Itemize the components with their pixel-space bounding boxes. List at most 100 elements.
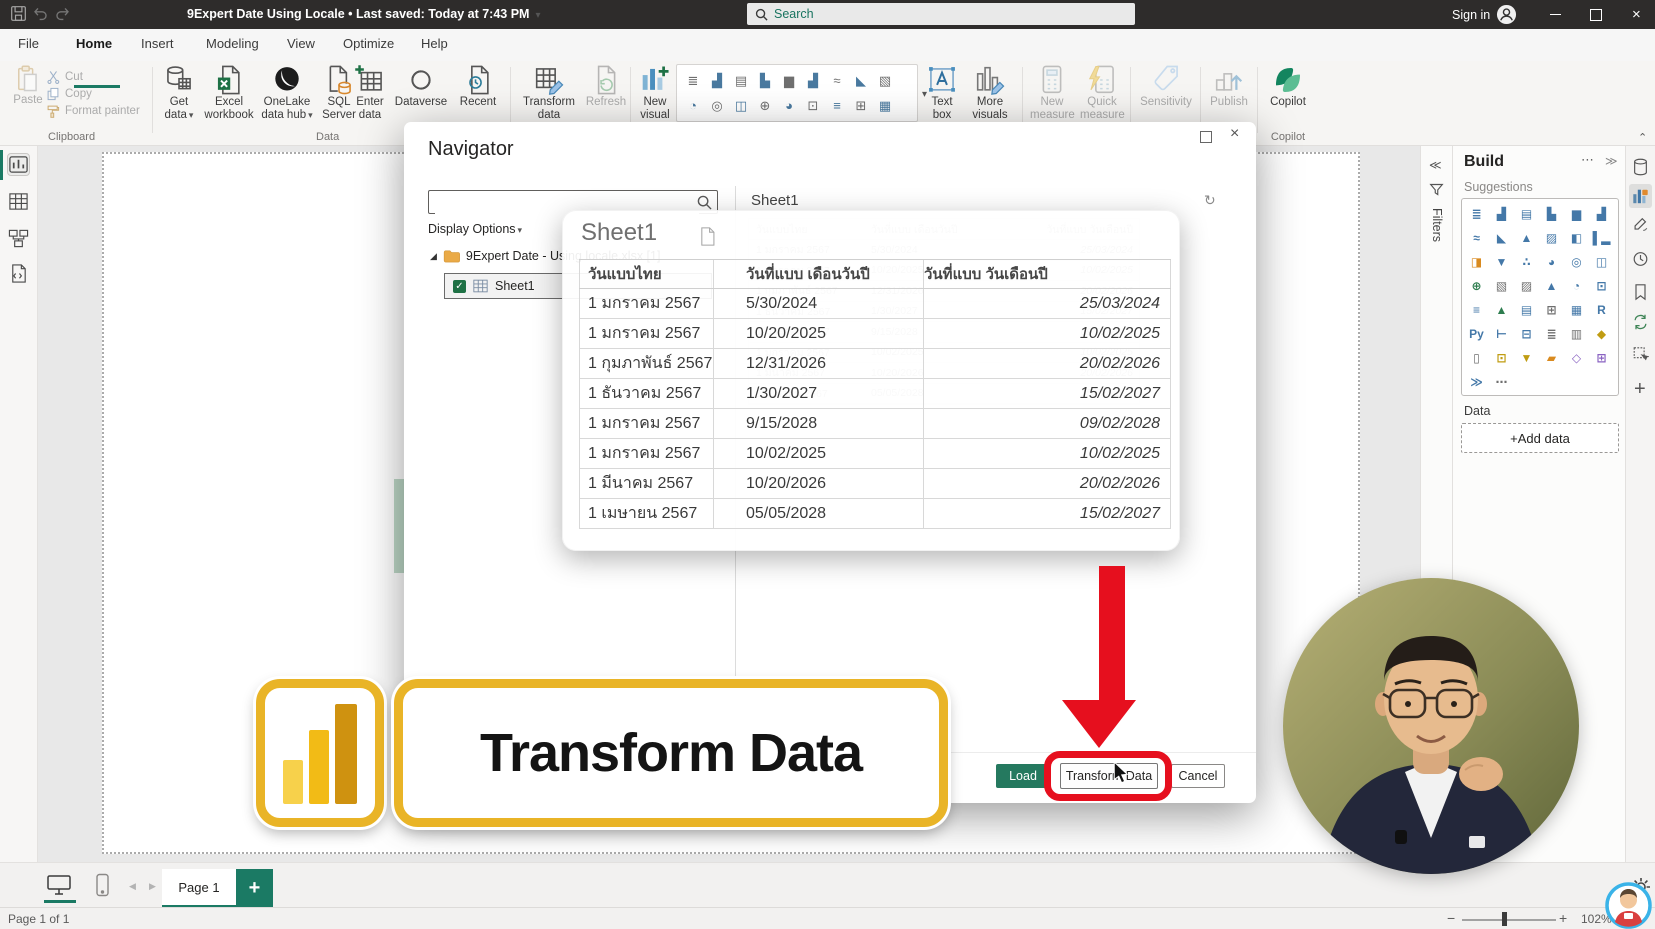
maximize-button[interactable] xyxy=(1590,0,1602,29)
collapse-build-icon[interactable]: ≫ xyxy=(1605,154,1616,168)
visual-type-icon[interactable]: ◣ xyxy=(849,68,873,93)
cancel-button[interactable]: Cancel xyxy=(1171,764,1225,788)
clustered-bar-chart-icon[interactable]: ▙ xyxy=(1539,202,1564,226)
hierarchy-tree-icon[interactable]: ⊞ xyxy=(1589,346,1614,370)
column-chart-icon[interactable]: ▟ xyxy=(1589,202,1614,226)
mobile-layout-icon[interactable] xyxy=(95,873,110,897)
global-search-input[interactable]: Search xyxy=(747,3,1135,25)
publish-button[interactable]: Publish xyxy=(1204,64,1254,109)
enter-data-button[interactable]: Enter data xyxy=(348,64,392,122)
undo-icon[interactable] xyxy=(32,5,49,22)
zoom-slider-thumb[interactable] xyxy=(1502,912,1507,926)
menu-file[interactable]: File xyxy=(14,29,43,58)
display-options-dropdown[interactable]: Display Options xyxy=(428,222,522,236)
ribbon-collapse-icon[interactable]: ⌃ xyxy=(1638,131,1647,144)
slicer-icon[interactable]: ▤ xyxy=(1514,298,1539,322)
table-icon[interactable]: ⊞ xyxy=(1539,298,1564,322)
paginated-report-icon[interactable]: ▥ xyxy=(1564,322,1589,346)
stacked-bar-chart-icon[interactable]: ≣ xyxy=(1464,202,1489,226)
table-view-icon[interactable] xyxy=(8,191,29,212)
sign-in-button[interactable]: Sign in xyxy=(1452,0,1490,29)
visual-type-icon[interactable]: ≡ xyxy=(825,93,849,118)
desktop-layout-icon[interactable] xyxy=(46,874,72,896)
dax-query-view-icon[interactable] xyxy=(8,263,29,284)
dialog-close-icon[interactable]: × xyxy=(1230,125,1239,143)
account-avatar[interactable] xyxy=(1496,0,1517,29)
icon-map-icon[interactable]: ▰ xyxy=(1539,346,1564,370)
multi-row-card-icon[interactable]: ≡ xyxy=(1464,298,1489,322)
transform-data-button[interactable]: Transform data xyxy=(519,64,579,122)
waterfall-chart-icon[interactable]: ▌▂ xyxy=(1589,226,1614,250)
donut-chart-icon[interactable]: ◎ xyxy=(1564,250,1589,274)
menu-home[interactable]: Home xyxy=(72,29,116,58)
map-icon[interactable]: ⊕ xyxy=(1464,274,1489,298)
power-automate-icon[interactable]: ≫ xyxy=(1464,370,1489,394)
visual-type-icon[interactable]: ▦ xyxy=(873,93,897,118)
visual-type-icon[interactable]: ▧ xyxy=(873,68,897,93)
text-box-button[interactable]: Text box xyxy=(920,64,964,122)
visual-type-icon[interactable]: ⊞ xyxy=(849,93,873,118)
close-button[interactable]: × xyxy=(1632,0,1641,29)
get-data-button[interactable]: Get data xyxy=(155,64,203,122)
copilot-button[interactable]: Copilot xyxy=(1262,64,1314,109)
tree-expander-icon[interactable]: ◢ xyxy=(430,251,437,262)
area-chart-icon[interactable]: ◣ xyxy=(1489,226,1514,250)
model-view-icon[interactable] xyxy=(8,228,29,249)
combo-chart-icon[interactable]: ◨ xyxy=(1464,250,1489,274)
previous-page-icon[interactable]: ◀ xyxy=(129,881,136,892)
power-bi-report-icon[interactable]: ▯ xyxy=(1464,346,1489,370)
arcgis-map-icon[interactable]: ◇ xyxy=(1564,346,1589,370)
build-more-options-icon[interactable]: ⋯ xyxy=(1581,152,1594,168)
onelake-data-hub-button[interactable]: OneLake data hub xyxy=(255,64,319,122)
line-chart-icon[interactable]: ≈ xyxy=(1464,226,1489,250)
ribbon-chart-icon[interactable]: ▨ xyxy=(1539,226,1564,250)
visual-type-icon[interactable]: ▙ xyxy=(753,68,777,93)
load-button[interactable]: Load xyxy=(996,764,1050,788)
cut-button[interactable]: Cut xyxy=(46,70,83,84)
build-pane-icon[interactable] xyxy=(1629,184,1652,208)
sheet1-checkbox[interactable]: ✓ xyxy=(453,280,466,293)
more-options-icon[interactable]: ⋯ xyxy=(1489,370,1514,394)
filled-map-icon[interactable]: ▧ xyxy=(1489,274,1514,298)
dialog-maximize-icon[interactable] xyxy=(1200,131,1212,143)
azure-map-icon[interactable]: ▲ xyxy=(1539,274,1564,298)
shape-map-icon[interactable]: ▨ xyxy=(1514,274,1539,298)
kpi-icon[interactable]: ▲ xyxy=(1489,298,1514,322)
format-pane-icon[interactable] xyxy=(1632,216,1649,234)
line-column-chart-icon[interactable]: ◧ xyxy=(1564,226,1589,250)
visual-type-icon[interactable]: ▆ xyxy=(777,68,801,93)
minimize-button[interactable] xyxy=(1550,0,1561,29)
window-title[interactable]: 9Expert Date Using Locale • Last saved: … xyxy=(187,0,540,29)
funnel-chart-icon[interactable]: ▼ xyxy=(1489,250,1514,274)
menu-help[interactable]: Help xyxy=(417,29,452,58)
zoom-in-button[interactable]: + xyxy=(1559,910,1567,926)
menu-optimize[interactable]: Optimize xyxy=(339,29,398,58)
add-page-button[interactable]: + xyxy=(236,869,273,908)
page-tab[interactable]: Page 1 xyxy=(162,869,236,908)
recent-sources-button[interactable]: Recent xyxy=(452,64,504,109)
visual-type-icon[interactable]: ≈ xyxy=(825,68,849,93)
quick-create-icon[interactable]: ⊡ xyxy=(1489,346,1514,370)
visual-type-icon[interactable]: ⊡ xyxy=(801,93,825,118)
next-page-icon[interactable]: ▶ xyxy=(149,881,156,892)
treemap-icon[interactable]: ◫ xyxy=(1589,250,1614,274)
bookmarks-pane-icon[interactable] xyxy=(1632,283,1649,301)
paste-button[interactable]: Paste xyxy=(8,64,48,107)
clustered-column-chart-icon[interactable]: ▟ xyxy=(1489,202,1514,226)
metrics-icon[interactable]: ◆ xyxy=(1589,322,1614,346)
menu-insert[interactable]: Insert xyxy=(137,29,178,58)
add-data-button[interactable]: +Add data xyxy=(1461,423,1619,453)
data-pane-icon[interactable] xyxy=(1632,158,1649,176)
redo-icon[interactable] xyxy=(54,5,71,22)
gauge-icon[interactable]: ◔ xyxy=(1564,274,1589,298)
filters-pane-label[interactable]: Filters xyxy=(1430,208,1444,242)
auto-insights-icon[interactable]: ▼ xyxy=(1514,346,1539,370)
visual-type-icon[interactable]: ▤ xyxy=(729,68,753,93)
zoom-out-button[interactable]: − xyxy=(1447,910,1455,926)
format-painter-button[interactable]: Format painter xyxy=(46,104,140,118)
excel-workbook-button[interactable]: Excel workbook xyxy=(203,64,255,122)
visual-type-icon[interactable]: ▟ xyxy=(801,68,825,93)
stacked-column-chart-icon[interactable]: ▆ xyxy=(1564,202,1589,226)
add-pane-icon[interactable]: + xyxy=(1634,378,1646,401)
r-script-icon[interactable]: R xyxy=(1589,298,1614,322)
